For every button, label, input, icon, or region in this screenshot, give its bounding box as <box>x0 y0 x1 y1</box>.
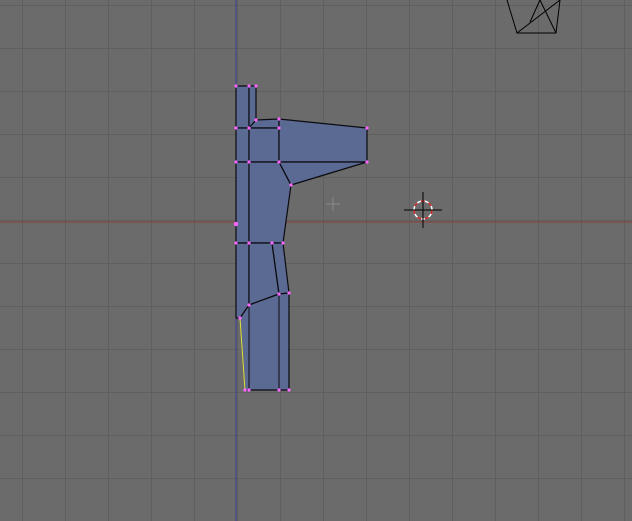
3d-cursor-icon[interactable] <box>404 192 442 228</box>
mesh-object[interactable] <box>233 84 369 392</box>
object-center-icon <box>326 197 340 211</box>
3d-viewport[interactable] <box>0 0 632 521</box>
scene-canvas[interactable] <box>0 0 632 521</box>
camera-icon[interactable] <box>506 0 561 34</box>
